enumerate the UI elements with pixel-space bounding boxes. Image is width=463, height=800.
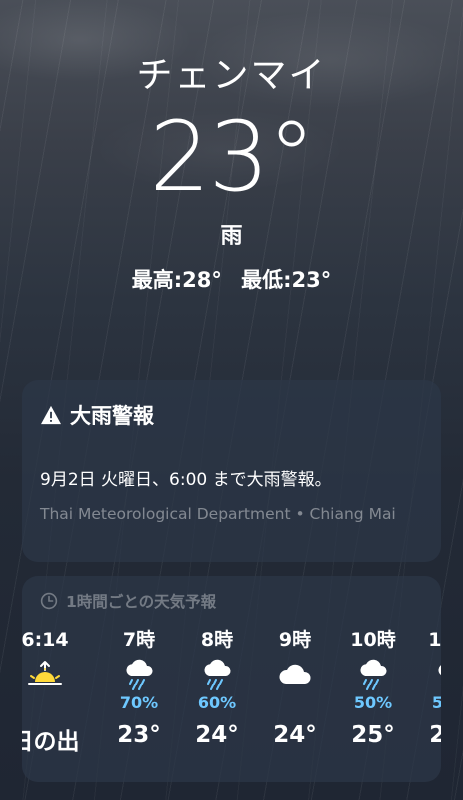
hourly-forecast-header: 1時間ごとの天気予報: [22, 576, 441, 612]
rain-cloud-icon: [356, 658, 390, 694]
rain-cloud-icon: [434, 658, 441, 694]
hourly-temperature: 26°: [429, 722, 441, 748]
high-temperature: 最高:28°: [131, 268, 222, 292]
cloud-icon: [278, 662, 312, 690]
low-temperature: 最低:23°: [241, 268, 332, 292]
hourly-temperature: 24°: [273, 722, 317, 748]
severe-weather-alert-card[interactable]: 大雨警報 9月2日 火曜日、6:00 まで大雨警報。 Thai Meteorol…: [22, 380, 441, 562]
hourly-icon-wrap: [256, 660, 334, 710]
hourly-icon-wrap: 50%: [412, 658, 441, 712]
hourly-forecast-list[interactable]: 6:14 日の出 7時 70% 23° 8時 60% 24° 9時 24° 10…: [22, 628, 441, 756]
rain-cloud-icon: [122, 658, 156, 694]
hourly-time: 7時: [122, 629, 156, 651]
hourly-time: 11時: [428, 629, 441, 651]
precipitation-chance: 60%: [197, 693, 237, 712]
hourly-item: 6:14 日の出: [22, 628, 84, 756]
hourly-temperature: 日の出: [22, 729, 80, 755]
hourly-time: 8時: [200, 629, 234, 651]
current-temperature: 23°: [149, 101, 315, 213]
high-low-temperature: 最高:28° 最低:23°: [0, 264, 463, 294]
hourly-item: 11時 50% 26°: [412, 628, 441, 756]
precipitation-chance: 50%: [431, 693, 441, 712]
precipitation-chance: 50%: [353, 693, 393, 712]
city-name: チェンマイ: [136, 55, 327, 96]
alert-source: Thai Meteorological Department • Chiang …: [40, 505, 396, 523]
weather-condition: 雨: [220, 224, 243, 249]
hourly-temperature: 23°: [117, 722, 161, 748]
hourly-item: 9時 24°: [256, 628, 334, 756]
hourly-time: 6:14: [22, 629, 69, 651]
hourly-forecast-card[interactable]: 1時間ごとの天気予報 6:14 日の出 7時 70% 23° 8時 60% 24…: [22, 576, 441, 782]
hourly-temperature: 25°: [351, 722, 395, 748]
hourly-temperature: 24°: [195, 722, 239, 748]
alert-message: 9月2日 火曜日、6:00 まで大雨警報。: [40, 470, 332, 490]
hourly-icon-wrap: 70%: [100, 658, 178, 712]
hourly-time: 10時: [350, 629, 396, 651]
hourly-forecast-title: 1時間ごとの天気予報: [66, 593, 217, 611]
rain-cloud-icon: [200, 658, 234, 694]
sunrise-icon: [27, 660, 63, 694]
current-weather-header: チェンマイ 23° 雨 最高:28° 最低:23°: [0, 52, 463, 294]
hourly-icon-wrap: 60%: [178, 658, 256, 712]
hourly-time: 9時: [278, 629, 312, 651]
precipitation-chance: 70%: [119, 693, 159, 712]
clock-icon: [40, 592, 58, 610]
hourly-item: 8時 60% 24°: [178, 628, 256, 756]
hourly-icon-wrap: [22, 660, 84, 710]
hourly-item: 10時 50% 25°: [334, 628, 412, 756]
warning-icon: [41, 405, 61, 425]
hourly-item: 7時 70% 23°: [100, 628, 178, 756]
alert-title-row: 大雨警報: [40, 400, 423, 430]
hourly-icon-wrap: 50%: [334, 658, 412, 712]
alert-title: 大雨警報: [70, 404, 154, 428]
